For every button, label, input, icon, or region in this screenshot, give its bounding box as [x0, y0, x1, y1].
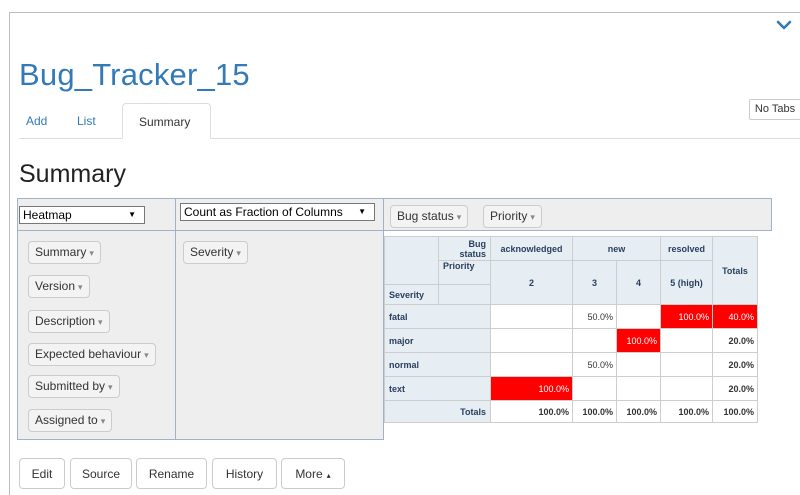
unused-attr-description[interactable]: Description ▾	[28, 310, 110, 333]
col-total: 100.0%	[572, 400, 617, 423]
tab-summary[interactable]: Summary	[122, 103, 211, 139]
status-group-header: acknowledged	[490, 236, 573, 261]
filter-triangle-icon[interactable]: ▾	[144, 350, 149, 360]
page-title: Bug_Tracker_15	[19, 57, 250, 92]
tab-bar: Add List Summary	[19, 103, 800, 139]
row-label: normal	[384, 352, 491, 377]
priority-header: 2	[490, 260, 573, 305]
filter-triangle-icon[interactable]: ▾	[236, 248, 241, 258]
unused-attr-submitted-by[interactable]: Submitted by ▾	[28, 375, 120, 398]
renderer-select-value: Heatmap	[23, 208, 72, 222]
table-cell-heat: 100.0%	[660, 304, 713, 329]
table-cell-heat: 100.0%	[616, 328, 661, 353]
history-button[interactable]: History	[212, 458, 277, 489]
filter-triangle-icon[interactable]: ▾	[78, 282, 83, 292]
table-cell	[490, 328, 573, 353]
aggregator-dropdown-arrow-icon: ▼	[358, 207, 366, 216]
table-cell	[616, 352, 661, 377]
row-total-heat: 40.0%	[712, 304, 758, 329]
filter-triangle-icon[interactable]: ▾	[101, 416, 106, 426]
col-total: 100.0%	[490, 400, 573, 423]
priority-header: 3	[572, 260, 617, 305]
col-total: 100.0%	[616, 400, 661, 423]
col-header2-label: Priority	[438, 260, 491, 285]
unused-attr-expected-behaviour[interactable]: Expected behaviour ▾	[28, 343, 156, 366]
more-button-label: More	[295, 467, 323, 481]
more-button[interactable]: More ▴	[281, 458, 345, 489]
row-label: text	[384, 376, 491, 401]
pivot-table: Bug status acknowledged new resolved Tot…	[384, 236, 758, 423]
row-attr-severity-label: Severity	[190, 245, 234, 259]
table-cell	[490, 304, 573, 329]
table-cell	[660, 376, 713, 401]
filter-triangle-icon[interactable]: ▾	[89, 248, 94, 258]
col-attr-priority[interactable]: Priority ▾	[483, 205, 542, 228]
unused-attr-label: Submitted by	[35, 379, 106, 393]
row-total: 20.0%	[712, 352, 758, 377]
table-cell	[572, 328, 617, 353]
table-cell	[660, 328, 713, 353]
edit-button[interactable]: Edit	[19, 458, 65, 489]
blank-header-cell	[438, 284, 491, 305]
priority-header: 5 (high)	[660, 260, 713, 305]
no-tabs-button[interactable]: No Tabs	[749, 99, 800, 120]
table-cell	[616, 376, 661, 401]
frame-left-border	[9, 12, 10, 495]
row-label: major	[384, 328, 491, 353]
priority-header: 4	[616, 260, 661, 305]
rename-button[interactable]: Rename	[136, 458, 207, 489]
frame-top-border	[9, 12, 800, 13]
col-totals-label: Totals	[384, 400, 491, 423]
aggregator-select-value: Count as Fraction of Columns	[184, 205, 343, 219]
unused-attr-label: Description	[35, 314, 96, 328]
row-total: 20.0%	[712, 328, 758, 353]
row-attr-severity[interactable]: Severity ▾	[183, 241, 248, 264]
renderer-select[interactable]: Heatmap ▼	[19, 206, 145, 224]
tab-list[interactable]: List	[77, 103, 96, 138]
grand-total: 100.0%	[712, 400, 758, 423]
filter-triangle-icon[interactable]: ▾	[530, 212, 535, 222]
col-total: 100.0%	[660, 400, 713, 423]
filter-triangle-icon[interactable]: ▾	[457, 212, 462, 222]
table-cell	[616, 304, 661, 329]
status-group-header: new	[572, 236, 661, 261]
tab-add[interactable]: Add	[26, 103, 47, 138]
aggregator-select[interactable]: Count as Fraction of Columns ▼	[180, 203, 375, 221]
row-total: 20.0%	[712, 376, 758, 401]
table-cell: 50.0%	[572, 304, 617, 329]
col-attr-bug-status-label: Bug status	[397, 209, 454, 223]
renderer-dropdown-arrow-icon: ▼	[128, 210, 136, 219]
row-label: fatal	[384, 304, 491, 329]
col-header1-label: Bug status	[438, 236, 491, 261]
unused-attr-assigned-to[interactable]: Assigned to ▾	[28, 409, 113, 432]
filter-triangle-icon[interactable]: ▾	[108, 382, 113, 392]
col-attr-bug-status[interactable]: Bug status ▾	[390, 205, 469, 228]
totals-header: Totals	[712, 236, 758, 305]
unused-attr-label: Assigned to	[35, 413, 98, 427]
unused-attr-label: Version	[35, 279, 76, 293]
unused-attr-version[interactable]: Version ▾	[28, 275, 90, 298]
table-cell	[490, 352, 573, 377]
caret-up-icon: ▴	[326, 471, 331, 480]
col-attr-priority-label: Priority	[490, 209, 528, 223]
table-cell-heat: 100.0%	[490, 376, 573, 401]
filter-triangle-icon[interactable]: ▾	[98, 317, 103, 327]
table-cell: 50.0%	[572, 352, 617, 377]
corner-cell	[384, 236, 439, 285]
status-group-header: resolved	[660, 236, 713, 261]
chevron-down-icon[interactable]	[775, 18, 793, 32]
unused-attr-label: Expected behaviour	[35, 347, 142, 361]
table-cell	[660, 352, 713, 377]
section-title: Summary	[19, 160, 126, 188]
table-cell	[572, 376, 617, 401]
source-button[interactable]: Source	[70, 458, 132, 489]
unused-attr-summary[interactable]: Summary ▾	[28, 241, 101, 264]
unused-attr-label: Summary	[35, 245, 87, 259]
row-header-label: Severity	[384, 284, 439, 305]
